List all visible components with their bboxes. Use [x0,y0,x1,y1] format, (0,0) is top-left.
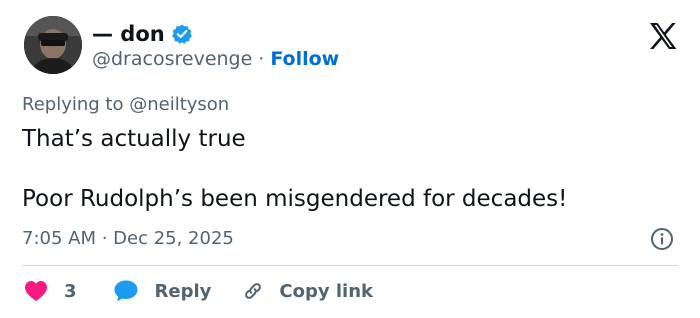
copy-link-button[interactable]: Copy link [241,279,373,303]
speech-bubble-icon [113,279,139,303]
display-name[interactable]: — don [92,22,165,46]
tweet-text-line-2: Poor Rudolph’s been misgendered for deca… [22,186,568,212]
reply-button[interactable]: Reply [113,279,212,303]
avatar[interactable] [24,16,82,74]
follow-button[interactable]: Follow [270,48,339,70]
info-icon[interactable] [650,227,674,251]
like-count: 3 [64,280,77,302]
replying-to-prefix: Replying to [22,94,124,115]
user-handle[interactable]: @dracosrevenge [92,48,252,70]
reply-label: Reply [154,280,212,302]
tweet-text-line-1: That’s actually true [22,126,246,152]
link-icon [241,279,265,303]
separator-dot: · [258,48,265,70]
heart-icon [24,280,48,302]
verified-badge-icon [171,23,193,45]
handle-row: @dracosrevenge · Follow [92,48,339,70]
name-row: — don [92,20,193,48]
divider [22,265,678,266]
tweet-timestamp[interactable]: 7:05 AM · Dec 25, 2025 [22,228,234,249]
replying-to: Replying to @neiltyson [22,94,229,115]
action-bar: 3 Reply Copy link [24,277,373,305]
copy-link-label: Copy link [279,280,373,302]
tweet-card: — don @dracosrevenge · Follow Replying t… [0,0,700,318]
reply-mention-link[interactable]: @neiltyson [129,94,229,115]
like-button[interactable]: 3 [24,280,77,302]
avatar-photo [24,16,82,74]
x-logo-icon[interactable] [648,22,678,50]
